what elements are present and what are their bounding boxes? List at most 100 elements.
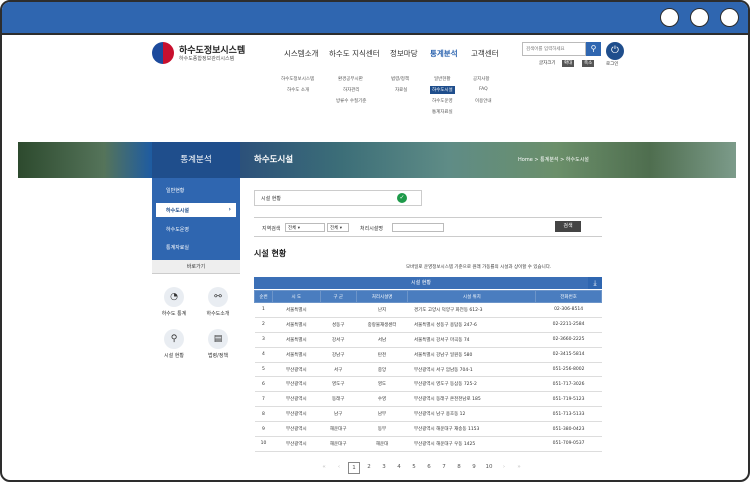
window-button-1[interactable] [660, 8, 679, 27]
table-cell: 난지 [356, 302, 408, 318]
search-button[interactable]: ⚲ [586, 42, 601, 56]
table-cell: 부산광역시 [272, 376, 321, 393]
page-10-button[interactable]: 10 [483, 462, 495, 474]
col-header-sido: 시 도 [271, 290, 321, 303]
table-cell: 강남구 [320, 347, 357, 363]
sidebar-item-stats-room[interactable]: 통계자료실 [166, 244, 189, 251]
region-select-2[interactable]: 전체 ▾ [327, 223, 349, 232]
col-header-no: 순번 [254, 290, 273, 303]
table-cell: 부산광역시 서구 암남동 704-1 [407, 362, 536, 378]
page-9-button[interactable]: 9 [468, 462, 480, 474]
sidebar-item-facilities[interactable]: 하수도시설 › [156, 203, 236, 217]
submenu-item[interactable]: 일반현황 [434, 76, 451, 82]
quick-link-label: 하수도소개 [206, 311, 230, 317]
table-cell: 051-709-0537 [535, 436, 602, 452]
page-title: 하수도시설 [254, 155, 294, 165]
table-row[interactable]: 7 부산광역시 동래구 수영 부산광역시 동래구 온천천남로 185 051-719-51… [254, 391, 602, 408]
quick-link-law[interactable]: ▤ 법령/정책 [198, 329, 238, 359]
table-row[interactable]: 3 서울특별시 강서구 서남 서울특별시 강서구 마곡동 74 02-3660-2225 [254, 332, 602, 348]
submenu-item[interactable]: 통계자료실 [432, 109, 453, 115]
last-page-button[interactable]: » [513, 462, 525, 474]
page-7-button[interactable]: 7 [438, 462, 450, 474]
nav-knowledge-center[interactable]: 하수도 지식센터 [329, 48, 380, 59]
submenu-item[interactable]: 환경공무시판 [338, 76, 363, 82]
login-button[interactable]: ⏻ [606, 42, 624, 60]
nav-statistics[interactable]: 통계분석 [430, 48, 458, 59]
table-cell: 경기도 고양시 덕양구 화전동 612-3 [407, 302, 536, 318]
submenu-item[interactable]: 하수도정보시스템 [281, 76, 314, 82]
table-row[interactable]: 4 서울특별시 강남구 탄천 서울특별시 강남구 일원동 580 02-3415-5814 [254, 347, 602, 363]
submenu-item[interactable]: 자료실 [395, 87, 407, 93]
sidebar-item-operation[interactable]: 하수도운영 [166, 226, 189, 233]
table-cell: 부산광역시 [272, 421, 321, 438]
submenu-item[interactable]: 하수도 소개 [287, 87, 309, 93]
taegeuk-logo-icon [152, 42, 174, 64]
table-cell: 051-713-5133 [535, 406, 602, 423]
table-cell: 부산광역시 해운대구 우동 1425 [407, 436, 536, 452]
site-logo[interactable]: 하수도정보시스템 하수도종합정보관리시스템 [152, 40, 262, 66]
table-row[interactable]: 1 서울특별시 난지 경기도 고양시 덕양구 화전동 612-3 02-306-8514 [254, 302, 602, 318]
table-row[interactable]: 5 부산광역시 서구 중앙 부산광역시 서구 암남동 704-1 051-256-8002 [254, 362, 602, 378]
table-cell: 영도구 [320, 376, 357, 393]
search-input[interactable] [522, 42, 586, 56]
region-label: 지역검색 [262, 226, 281, 232]
first-page-button[interactable]: « [318, 462, 330, 474]
filter-row: 지역검색 전체 ▾ 전체 ▾ 처리시설명 [254, 217, 602, 237]
nav-info-plaza[interactable]: 정보마당 [390, 48, 418, 59]
page-8-button[interactable]: 8 [453, 462, 465, 474]
table-cell: 부산광역시 동래구 온천천남로 185 [407, 391, 536, 408]
status-label: 시설 현황 [261, 196, 281, 202]
page-1-button[interactable]: 1 [348, 462, 360, 474]
nav-system-intro[interactable]: 시스템소개 [284, 48, 319, 59]
table-cell: 부산광역시 [272, 362, 321, 378]
page-6-button[interactable]: 6 [423, 462, 435, 474]
prev-page-button[interactable]: ‹ [333, 462, 345, 474]
table-cell: 서남 [356, 332, 408, 348]
page-4-button[interactable]: 4 [393, 462, 405, 474]
submenu-item-active[interactable]: 하수도시설 [430, 86, 455, 94]
select-value: 전체 [288, 226, 297, 231]
submenu-item[interactable]: FAQ [479, 87, 488, 92]
sidebar-item-label: 하수도시설 [166, 208, 190, 214]
font-up-button[interactable]: 확대 [562, 60, 575, 67]
region-select-1[interactable]: 전체 ▾ [285, 223, 325, 232]
search-icon: ⚲ [590, 44, 597, 53]
next-page-button[interactable]: › [498, 462, 510, 474]
quick-link-facility-status[interactable]: ⚲ 시설 현황 [154, 329, 194, 359]
page-5-button[interactable]: 5 [408, 462, 420, 474]
submenu-item[interactable]: 법령/정책 [391, 76, 409, 82]
window-button-3[interactable] [720, 8, 739, 27]
table-row[interactable]: 6 부산광역시 영도구 영도 부산광역시 영도구 동삼동 725-2 051-717-30… [254, 376, 602, 393]
download-button[interactable]: ⤓ [588, 277, 602, 289]
page-2-button[interactable]: 2 [363, 462, 375, 474]
submenu-item[interactable]: 하수도운영 [432, 98, 453, 104]
quick-link-stats[interactable]: ◔ 하수도 통계 [154, 287, 194, 317]
facility-table: 순번 시 도 구 군 처리시설명 시설 위치 전화번호 1 서울특별시 난지 경기도 … [254, 290, 602, 452]
submenu-item[interactable]: 방류수 수질기준 [336, 98, 366, 104]
window-button-2[interactable] [690, 8, 709, 27]
table-cell: 동부 [356, 421, 408, 438]
font-down-button[interactable]: 축소 [582, 60, 595, 67]
table-row[interactable]: 10 부산광역시 해운대구 해운대 부산광역시 해운대구 우동 1425 051-709-… [254, 436, 602, 452]
search-submit-button[interactable]: 검색 [555, 221, 581, 232]
page-3-button[interactable]: 3 [378, 462, 390, 474]
submenu-item[interactable]: 이용안내 [475, 98, 492, 104]
breadcrumb: Home > 통계분석 > 하수도시설 [518, 157, 589, 163]
table-row[interactable]: 9 부산광역시 해운대구 동부 부산광역시 해운대구 재송동 1153 051-380-0… [254, 421, 602, 438]
table-row[interactable]: 8 부산광역시 남구 남부 부산광역시 남구 용호동 12 051-713-5133 [254, 406, 602, 423]
section-title-facility: 시설 현황 [254, 249, 287, 258]
submenu-item[interactable]: 하자관리 [343, 87, 360, 93]
sidebar-item-general[interactable]: 일반현황 [166, 187, 184, 194]
table-cell: 수영 [356, 391, 408, 408]
submenu-item[interactable]: 공지사항 [473, 76, 490, 82]
nav-customer-center[interactable]: 고객센터 [471, 48, 499, 59]
quick-link-label: 법령/정책 [207, 353, 229, 359]
table-row[interactable]: 2 서울특별시 성동구 중랑물재생센터 서울특별시 성동구 용답동 247-6 02-22… [254, 317, 602, 333]
table-cell: 051-380-0423 [535, 421, 602, 438]
facility-name-input[interactable] [392, 223, 444, 232]
page-banner [18, 142, 736, 178]
chevron-right-icon: › [228, 206, 231, 213]
share-icon: ⚯ [208, 287, 228, 307]
quick-link-intro[interactable]: ⚯ 하수도소개 [198, 287, 238, 317]
search-icon: ⚲ [164, 329, 184, 349]
